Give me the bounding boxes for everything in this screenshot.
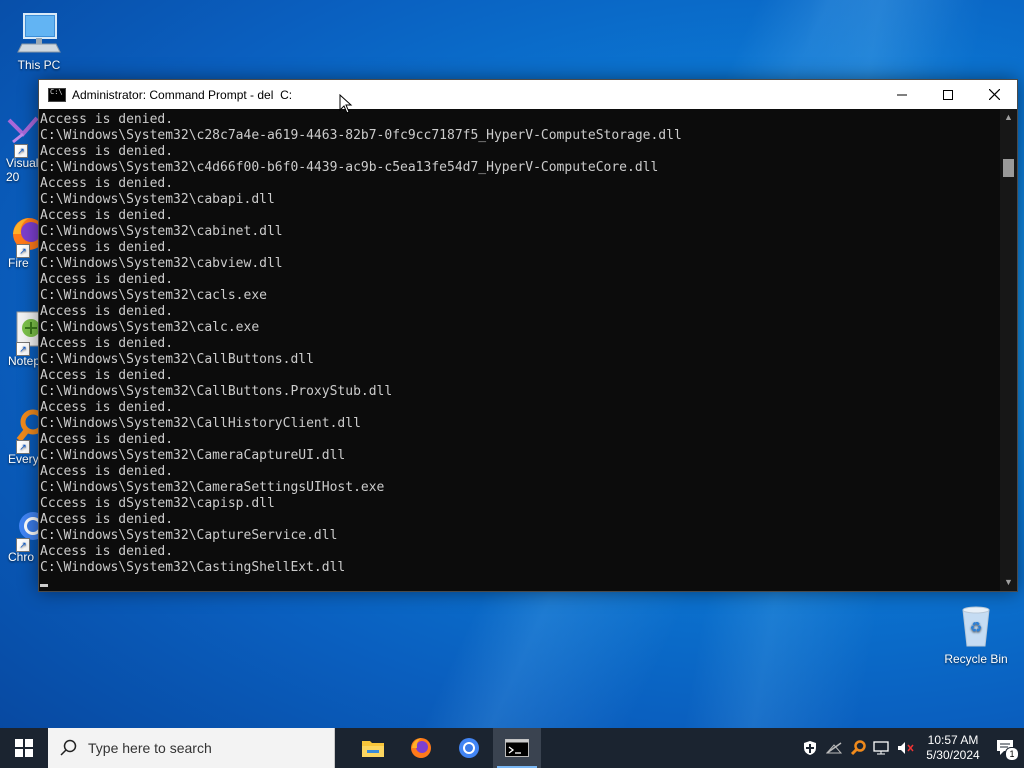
console-line: Cccess is dSystem32\capisp.dll (40, 496, 275, 511)
window-titlebar[interactable]: Administrator: Command Prompt - del C: (39, 80, 1017, 109)
svg-text:♻: ♻ (970, 620, 983, 636)
desktop-icon-this-pc[interactable]: This PC (2, 10, 76, 72)
desktop-icon-recycle-bin[interactable]: ♻ Recycle Bin (940, 602, 1012, 666)
console-line: Access is denied. (40, 432, 174, 447)
console-line: C:\Windows\System32\calc.exe (40, 320, 260, 335)
console-line: Access is denied. (40, 336, 174, 351)
console-line: C:\Windows\System32\CastingShellExt.dll (40, 560, 346, 575)
console-line: Access is denied. (40, 144, 174, 159)
chrome-icon (459, 738, 479, 758)
console-output[interactable]: Access is denied. C:\Windows\System32\c28… (39, 109, 1000, 591)
console-line: Access is denied. (40, 400, 174, 415)
close-icon (988, 89, 1000, 100)
console-line: Access is denied. (40, 368, 174, 383)
console-line: C:\Windows\System32\CameraCaptureUI.dll (40, 448, 346, 463)
maximize-button[interactable] (925, 80, 971, 109)
desktop-icon-label: This PC (17, 58, 61, 72)
notification-badge: 1 (1005, 747, 1019, 761)
scroll-up-icon[interactable]: ▲ (1000, 109, 1017, 126)
console-line: C:\Windows\System32\CallHistoryClient.dl… (40, 416, 361, 431)
taskbar-chrome[interactable] (445, 728, 493, 768)
console-line: C:\Windows\System32\c4d66f00-b6f0-4439-a… (40, 160, 659, 175)
volume-muted-icon[interactable] (894, 728, 918, 768)
network-offline-icon[interactable] (822, 728, 846, 768)
window-title: Administrator: Command Prompt - del C: (72, 87, 293, 102)
minimize-button[interactable] (879, 80, 925, 109)
notification-center-button[interactable]: 1 (988, 728, 1024, 768)
cmd-app-icon (48, 87, 66, 102)
recycle-bin-label: Recycle Bin (944, 652, 1008, 666)
command-prompt-window[interactable]: Administrator: Command Prompt - del C: A… (38, 79, 1018, 592)
console-line: C:\Windows\System32\CaptureService.dll (40, 528, 338, 543)
maximize-icon (943, 89, 953, 100)
minimize-icon (897, 94, 907, 95)
clock-date: 5/30/2024 (926, 748, 980, 762)
taskbar-file-explorer[interactable] (349, 728, 397, 768)
start-button[interactable] (0, 728, 48, 768)
console-line: Access is denied. (40, 208, 174, 223)
console-line: Access is denied. (40, 544, 174, 559)
folder-icon (362, 741, 384, 757)
system-tray: 10:57 AM 5/30/2024 1 (798, 728, 1024, 768)
taskbar-command-prompt[interactable] (493, 728, 541, 768)
console-line: Access is denied. (40, 464, 174, 479)
console-line: Access is denied. (40, 240, 174, 255)
console-line: C:\Windows\System32\cabview.dll (40, 256, 283, 271)
recycle-bin-icon: ♻ (953, 602, 999, 648)
taskbar-clock[interactable]: 10:57 AM 5/30/2024 (918, 733, 988, 763)
console-line: C:\Windows\System32\cabapi.dll (40, 192, 275, 207)
taskbar-search-box[interactable]: Type here to search (48, 728, 335, 768)
firefox-icon (411, 738, 431, 758)
console-line: C:\Windows\System32\CameraSettingsUIHost… (40, 480, 385, 495)
console-scrollbar[interactable]: ▲ ▼ (1000, 109, 1017, 591)
console-line: C:\Windows\System32\cabinet.dll (40, 224, 283, 239)
console-line: Access is denied. (40, 304, 174, 319)
network-icon[interactable] (870, 728, 894, 768)
console-line: C:\Windows\System32\CallButtons.ProxyStu… (40, 384, 393, 399)
taskbar-firefox[interactable] (397, 728, 445, 768)
security-shield-icon[interactable] (798, 728, 822, 768)
taskbar: Type here to search 10:57 AM 5/30/2024 1 (0, 728, 1024, 768)
windows-logo-icon (15, 739, 33, 757)
cmd-icon (505, 739, 529, 757)
console-line: Access is denied. (40, 512, 174, 527)
console-line: Access is denied. (40, 112, 174, 127)
console-line: Access is denied. (40, 176, 174, 191)
search-icon (60, 739, 77, 756)
mouse-pointer-icon (339, 94, 353, 114)
search-magnifier-icon[interactable] (846, 728, 870, 768)
console-line: C:\Windows\System32\c28c7a4e-a619-4463-8… (40, 128, 682, 143)
console-line: C:\Windows\System32\cacls.exe (40, 288, 267, 303)
search-placeholder: Type here to search (88, 740, 212, 756)
clock-time: 10:57 AM (927, 733, 979, 747)
scroll-down-icon[interactable]: ▼ (1000, 574, 1017, 591)
close-button[interactable] (971, 80, 1017, 109)
console-cursor (40, 576, 1000, 591)
console-line: C:\Windows\System32\CallButtons.dll (40, 352, 314, 367)
computer-icon (16, 10, 62, 56)
scroll-thumb[interactable] (1003, 159, 1014, 177)
console-line: Access is denied. (40, 272, 174, 287)
